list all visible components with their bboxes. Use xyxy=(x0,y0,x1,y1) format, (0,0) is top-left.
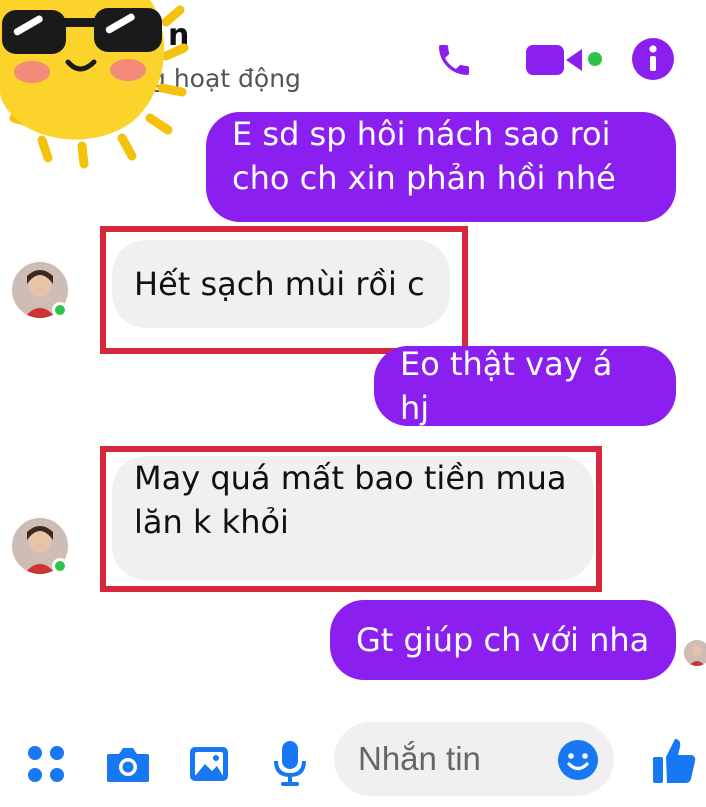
online-indicator xyxy=(52,558,68,574)
sun-sunglasses-sticker xyxy=(0,0,190,170)
message-bubble-outgoing[interactable]: E sd sp hôi nách sao roi cho ch xin phản… xyxy=(206,112,676,222)
like-icon[interactable] xyxy=(650,734,698,786)
message-bubble-outgoing[interactable]: Eo thật vay á hj xyxy=(374,345,676,427)
microphone-icon[interactable] xyxy=(270,738,310,790)
camera-icon[interactable] xyxy=(104,742,152,786)
message-composer xyxy=(0,712,706,807)
message-bubble-outgoing[interactable]: Gt giúp ch với nha xyxy=(330,600,676,680)
highlight-box xyxy=(100,226,468,354)
seen-indicator-avatar xyxy=(684,640,706,666)
phone-icon[interactable] xyxy=(432,38,476,82)
apps-icon[interactable] xyxy=(24,742,68,786)
online-indicator xyxy=(52,302,68,318)
message-line: E sd sp hôi nách sao roi xyxy=(232,115,611,153)
image-icon[interactable] xyxy=(186,742,232,786)
message-line: Eo thật vay á hj xyxy=(400,345,613,427)
message-line: Gt giúp ch với nha xyxy=(356,621,650,659)
emoji-icon[interactable] xyxy=(556,738,600,782)
video-call-icon[interactable] xyxy=(524,40,586,80)
online-indicator xyxy=(588,52,602,66)
message-line: cho ch xin phản hồi nhé xyxy=(232,159,616,197)
info-icon[interactable] xyxy=(630,36,676,82)
highlight-box xyxy=(100,446,602,592)
